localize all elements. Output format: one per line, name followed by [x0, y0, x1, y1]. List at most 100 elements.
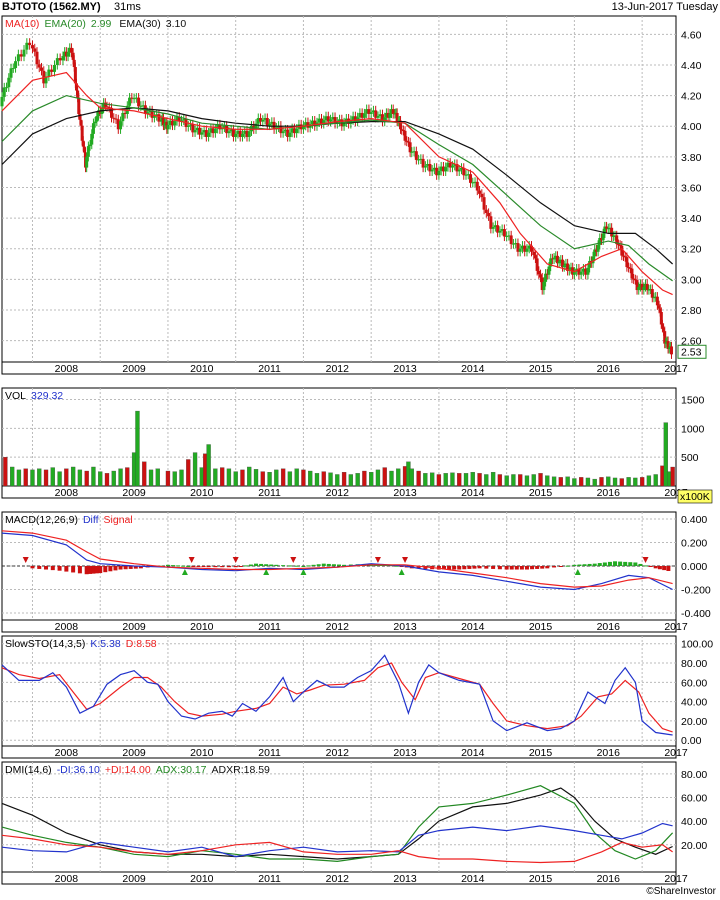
- candle-body: [55, 58, 59, 65]
- volume-bar: [511, 474, 516, 487]
- macd-y-tick-label: 0.200: [681, 538, 707, 550]
- macd-histogram-bar: [592, 563, 597, 566]
- volume-bar: [335, 474, 340, 487]
- volume-bar: [429, 472, 435, 487]
- volume-bar: [10, 466, 15, 487]
- macd-histogram-bar: [44, 566, 49, 570]
- volume-bar: [280, 468, 286, 487]
- volume-bar: [572, 478, 577, 487]
- volume-bar: [545, 475, 550, 487]
- candle-body: [596, 244, 600, 252]
- volume-bar: [308, 470, 313, 487]
- stochastic-x-tick-label: 2014: [461, 747, 485, 759]
- candle-body: [579, 271, 583, 275]
- macd-histogram-bar: [666, 566, 671, 571]
- macd-histogram-bar: [662, 566, 667, 571]
- candle-body: [480, 193, 484, 198]
- candle-body: [645, 283, 649, 291]
- volume-y-tick-label: 500: [681, 452, 699, 464]
- volume-x-tick-label: 2014: [461, 487, 485, 499]
- dmi-legend-label: ADX:30.17: [156, 764, 207, 776]
- candle-body: [542, 281, 546, 291]
- candle-body: [137, 97, 141, 107]
- volume-bar: [606, 476, 611, 487]
- macd-histogram-bar: [103, 566, 108, 573]
- stochastic-x-tick-label: 2010: [190, 747, 214, 759]
- macd-histogram-bar: [37, 566, 42, 569]
- copyright-credit: ©ShareInvestor: [646, 886, 716, 897]
- volume-bar: [362, 470, 367, 487]
- candle-body: [655, 296, 659, 306]
- candle-body: [533, 255, 537, 259]
- candle-body: [93, 121, 97, 124]
- volume-bar: [64, 468, 69, 487]
- candle-body: [2, 87, 6, 97]
- macd-histogram-bar: [558, 566, 563, 567]
- dmi-y-tick-label: 60.00: [681, 792, 707, 804]
- price-y-tick-label: 4.00: [681, 121, 702, 133]
- macd-histogram-bar: [524, 566, 529, 570]
- macd-x-tick-label: 2009: [122, 621, 146, 633]
- macd-histogram-bar: [118, 566, 123, 570]
- macd-histogram-bar: [638, 563, 643, 566]
- volume-bar: [294, 468, 299, 487]
- candle-body: [261, 119, 265, 122]
- volume-bar: [639, 477, 645, 487]
- macd-histogram-bar: [259, 563, 264, 566]
- volume-x-tick-label: 2008: [55, 487, 79, 499]
- macd-histogram-bar: [337, 564, 341, 566]
- price-x-tick-label: 2017: [664, 363, 688, 375]
- macd-histogram-bar: [311, 564, 316, 566]
- macd-histogram-bar: [274, 564, 279, 566]
- candle-body: [234, 133, 238, 137]
- price-x-tick-label: 2016: [597, 363, 621, 375]
- price-x-tick-label: 2015: [529, 363, 553, 375]
- volume-bar: [389, 470, 394, 487]
- macd-histogram-bar: [530, 566, 535, 570]
- candle-body: [491, 227, 495, 229]
- macd-legend-label: Diff: [83, 514, 99, 526]
- volume-bar: [247, 466, 252, 487]
- volume-bar: [172, 471, 177, 487]
- volume-bar: [240, 469, 245, 487]
- volume-bar: [142, 461, 147, 487]
- candle-body: [95, 116, 99, 122]
- candle-body: [37, 64, 41, 68]
- volume-bar: [341, 472, 347, 487]
- dmi-y-tick-label: 80.00: [681, 769, 707, 781]
- volume-bar: [450, 472, 455, 487]
- macd-histogram-bar: [176, 565, 181, 567]
- volume-bar: [213, 468, 218, 487]
- volume-bar: [70, 466, 76, 487]
- macd-histogram-bar: [113, 566, 118, 571]
- candle-body: [484, 209, 488, 213]
- volume-bar: [206, 444, 211, 487]
- volume-y-tick-label: 1500: [681, 395, 705, 407]
- volume-bar: [369, 472, 374, 487]
- candle-body: [240, 133, 244, 137]
- volume-bar: [423, 473, 428, 487]
- stochastic-x-tick-label: 2015: [529, 747, 553, 759]
- volume-bar: [538, 473, 543, 487]
- candle-body: [403, 130, 407, 141]
- candle-body: [213, 128, 217, 134]
- volume-bar: [504, 475, 509, 487]
- macd-histogram-bar: [577, 564, 582, 566]
- dmi-y-tick-label: 40.00: [681, 816, 707, 828]
- candle-body: [61, 56, 65, 61]
- chart-canvas: 4.60 4.40 4.20 4.00 3.80 3.60 3.40 3.20 3.00 2.80…: [0, 15, 713, 885]
- candle-body: [281, 131, 285, 134]
- candle-body: [625, 257, 629, 268]
- candle-body: [547, 266, 551, 275]
- volume-bar: [43, 469, 49, 487]
- macd-histogram-bar: [181, 565, 186, 567]
- candle-body: [33, 48, 37, 52]
- dmi-legend-label: ADXR:18.59: [212, 764, 271, 776]
- candle-body: [423, 165, 427, 168]
- volume-bar: [484, 474, 489, 487]
- macd-histogram-bar: [509, 566, 514, 570]
- volume-bar: [301, 469, 306, 487]
- price-legend-label: EMA(20): [44, 18, 85, 30]
- volume-bar: [619, 478, 624, 487]
- macd-histogram-bar: [254, 563, 259, 566]
